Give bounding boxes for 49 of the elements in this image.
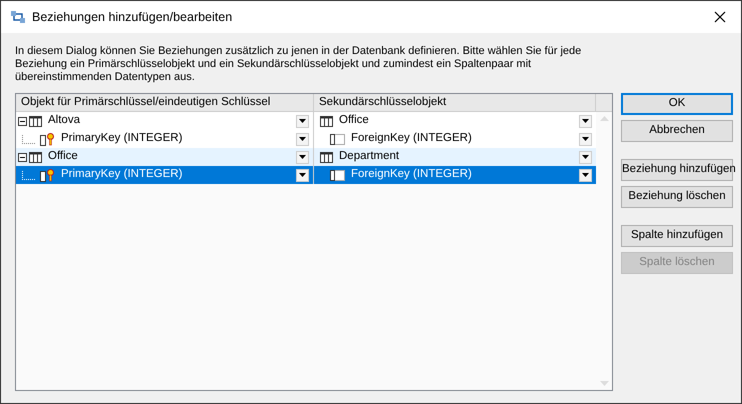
dropdown-button[interactable] — [579, 132, 592, 146]
table-icon — [29, 152, 42, 162]
dropdown-button[interactable] — [296, 114, 309, 128]
window-title: Beziehungen hinzufügen/bearbeiten — [32, 8, 232, 26]
tree-connector — [22, 134, 36, 144]
table-name[interactable]: Altova — [48, 112, 294, 130]
dropdown-button[interactable] — [579, 114, 592, 128]
dialog-button[interactable]: OK — [621, 93, 733, 115]
tree-connector — [22, 170, 36, 180]
dropdown-button[interactable] — [579, 168, 592, 182]
caret-icon — [582, 155, 589, 159]
table-icon — [320, 152, 333, 162]
dropdown-button[interactable] — [579, 150, 592, 164]
column-name: ForeignKey (INTEGER) — [351, 167, 473, 182]
key-column-icon — [40, 168, 55, 182]
caret-icon — [299, 173, 306, 177]
caret-icon — [582, 137, 589, 141]
dropdown-button[interactable] — [296, 132, 309, 146]
collapse-icon[interactable] — [18, 116, 27, 126]
table-name[interactable]: Office — [339, 112, 573, 130]
dialog-button[interactable]: Beziehung löschen — [621, 186, 733, 208]
table-name[interactable]: Office — [48, 148, 294, 166]
key-column-icon — [40, 132, 55, 146]
caret-icon — [299, 119, 306, 123]
table-icon — [29, 116, 42, 126]
close-icon[interactable] — [714, 11, 726, 23]
column-header: Sekundärschlüsselobjekt — [314, 94, 596, 111]
column-name: ForeignKey (INTEGER) — [351, 131, 473, 146]
key-column-name: PrimaryKey (INTEGER) — [61, 167, 184, 182]
caret-icon — [582, 119, 589, 123]
dropdown-button[interactable] — [296, 168, 309, 182]
caret-icon — [582, 173, 589, 177]
collapse-icon[interactable] — [18, 152, 27, 162]
column-pair-row[interactable]: PrimaryKey (INTEGER) ForeignKey (INTEGER) — [16, 166, 596, 184]
column-icon — [330, 170, 345, 180]
dialog-button[interactable]: Spalte hinzufügen — [621, 225, 733, 247]
table-name[interactable]: Department — [339, 148, 573, 166]
dialog-button[interactable]: Abbrechen — [621, 120, 733, 142]
caret-icon — [299, 155, 306, 159]
description-text: In diesem Dialog können Sie Beziehungen zusätzlich zu jenen in der Datenbank definieren. Bitte wählen Sie für jede Beziehung ein Primärschlüsselobjekt und ein Sekundärschlüsselobjekt und zumindest ein Spaltenpaar mit übereinstimmenden Datentypen aus. — [15, 45, 582, 84]
table-icon — [320, 116, 333, 126]
app-icon — [10, 9, 26, 25]
key-column-name: PrimaryKey (INTEGER) — [61, 131, 184, 146]
column-icon — [330, 134, 345, 144]
dropdown-button[interactable] — [296, 150, 309, 164]
dialog-button[interactable]: Beziehung hinzufügen — [621, 159, 733, 181]
column-header: Objekt für Primärschlüssel/eindeutigen Schlüssel — [16, 94, 314, 111]
caret-icon — [299, 137, 306, 141]
column-pair-row[interactable]: PrimaryKey (INTEGER) ForeignKey (INTEGER) — [16, 130, 596, 148]
